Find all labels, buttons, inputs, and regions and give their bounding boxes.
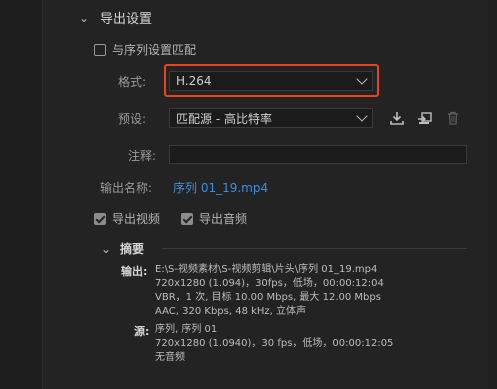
export-audio-checkbox-row[interactable]: 导出音频 <box>181 210 247 227</box>
comment-input[interactable] <box>169 145 467 164</box>
summary-source-sequence: 序列, 序列 01 <box>155 324 218 335</box>
summary-output-path: E:\S-视频素材\S-视频剪辑\片头\序列 01_19.mp4 <box>155 264 378 275</box>
save-preset-icon[interactable] <box>388 109 406 127</box>
summary-source-audio: 无音频 <box>155 352 185 363</box>
chevron-down-icon[interactable]: ⌄ <box>100 242 112 256</box>
summary-header[interactable]: ⌄ 摘要 <box>100 240 144 257</box>
match-sequence-label: 与序列设置匹配 <box>112 43 197 57</box>
summary-output-audio: AAC, 320 Kbps, 48 kHz, 立体声 <box>155 306 307 317</box>
summary-divider <box>162 248 467 249</box>
summary-source-video: 720x1280 (1.0940)，30 fps，低场，00:00:12:05 <box>155 338 394 349</box>
preset-label: 预设: <box>118 112 147 126</box>
comment-label: 注释: <box>128 149 157 163</box>
match-sequence-checkbox[interactable] <box>94 43 106 56</box>
delete-preset-icon[interactable] <box>444 109 462 127</box>
summary-source-label: 源: <box>134 325 150 338</box>
chevron-down-icon <box>356 110 368 122</box>
export-video-checkbox-row[interactable]: 导出视频 <box>94 210 160 227</box>
export-audio-checkbox[interactable] <box>181 212 193 225</box>
summary-source-block: 序列, 序列 01 720x1280 (1.0940)，30 fps，低场，00… <box>155 323 393 365</box>
export-settings-header[interactable]: ⌄ 导出设置 <box>78 8 153 28</box>
export-audio-label: 导出音频 <box>199 212 248 226</box>
left-panel-strip <box>0 0 43 389</box>
format-label: 格式: <box>118 75 147 89</box>
summary-output-bitrate: VBR，1 次, 目标 10.00 Mbps, 最大 12.00 Mbps <box>155 292 381 303</box>
export-video-checkbox[interactable] <box>94 212 106 225</box>
match-sequence-checkbox-row[interactable]: 与序列设置匹配 <box>94 41 196 58</box>
import-preset-icon[interactable] <box>416 109 434 127</box>
export-video-label: 导出视频 <box>112 212 161 226</box>
section-title: 导出设置 <box>100 12 153 27</box>
summary-output-video: 720x1280 (1.094)，30fps，低场，00:00:12:04 <box>155 278 384 289</box>
summary-output-label: 输出: <box>121 265 148 278</box>
scrollbar[interactable] <box>488 0 497 389</box>
summary-title: 摘要 <box>120 242 145 256</box>
preset-dropdown[interactable]: 匹配源 - 高比特率 <box>169 108 373 128</box>
chevron-down-icon[interactable]: ⌄ <box>78 11 90 25</box>
output-name-label: 输出名称: <box>100 181 153 195</box>
preset-value: 匹配源 - 高比特率 <box>176 111 272 126</box>
format-highlight-box <box>164 64 379 97</box>
output-name-link[interactable]: 序列 01_19.mp4 <box>173 179 268 196</box>
summary-output-block: E:\S-视频素材\S-视频剪辑\片头\序列 01_19.mp4 720x128… <box>155 263 384 319</box>
